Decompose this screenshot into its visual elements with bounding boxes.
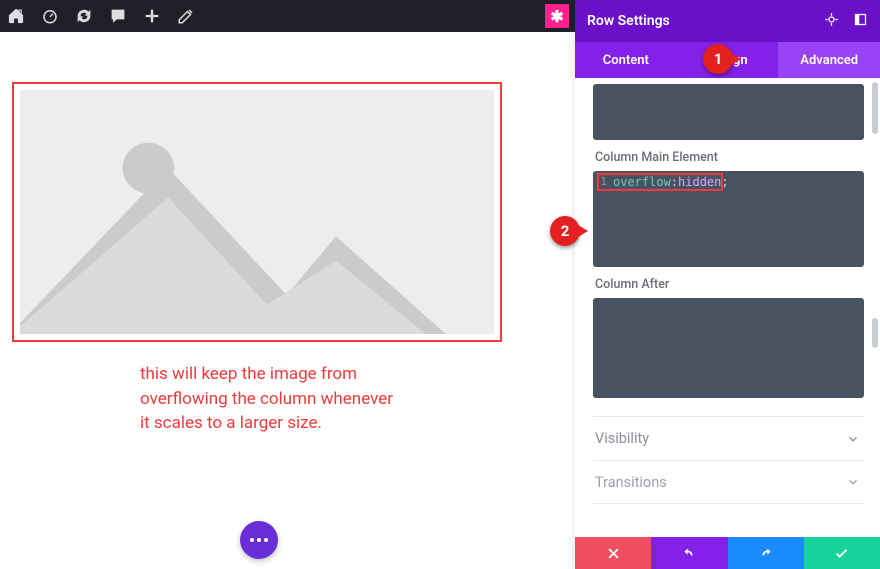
save-button[interactable] xyxy=(804,537,880,569)
brand-badge[interactable]: ✱ xyxy=(545,4,569,28)
discard-button[interactable] xyxy=(575,537,651,569)
chevron-down-icon xyxy=(846,475,860,489)
code-line: overflow:hidden; xyxy=(593,171,864,193)
line-gutter: 1 xyxy=(593,171,609,267)
redo-button[interactable] xyxy=(728,537,804,569)
comment-icon[interactable] xyxy=(108,6,128,26)
css-main-input[interactable]: 1 overflow:hidden; xyxy=(593,171,864,267)
accordion-visibility[interactable]: Visibility xyxy=(593,416,864,460)
accordion-label: Visibility xyxy=(595,430,649,447)
css-before-input[interactable] xyxy=(593,84,864,140)
dots-icon xyxy=(250,538,268,542)
field-label-col-after: Column After xyxy=(595,277,864,292)
panel-actionbar xyxy=(575,537,880,569)
home-icon[interactable] xyxy=(6,6,26,26)
settings-panel: Row Settings Content Design Advanced Col… xyxy=(575,0,880,569)
tab-advanced[interactable]: Advanced xyxy=(778,42,880,78)
annotation-step-2: 2 xyxy=(540,216,580,246)
annotation-step-1: 1 xyxy=(693,44,733,74)
annotation-number: 2 xyxy=(561,222,570,240)
panel-header: Row Settings xyxy=(575,0,880,42)
tab-content[interactable]: Content xyxy=(575,42,677,78)
module-options-fab[interactable] xyxy=(240,521,278,559)
css-after-input[interactable] xyxy=(593,298,864,398)
undo-button[interactable] xyxy=(651,537,727,569)
selected-image-module[interactable] xyxy=(12,82,502,342)
accordion-transitions[interactable]: Transitions xyxy=(593,460,864,504)
panel-title: Row Settings xyxy=(587,13,670,29)
annotation-number: 1 xyxy=(714,50,723,68)
chevron-down-icon xyxy=(846,432,860,446)
target-icon[interactable] xyxy=(824,12,839,31)
admin-topbar: ✱ xyxy=(0,0,575,32)
scrollbar-thumb[interactable] xyxy=(872,82,878,134)
brand-glyph: ✱ xyxy=(550,7,563,26)
collapse-icon[interactable] xyxy=(853,12,868,31)
builder-canvas: this will keep the image from overflowin… xyxy=(0,32,575,569)
pencil-icon[interactable] xyxy=(176,6,196,26)
tab-label: Advanced xyxy=(800,53,858,68)
annotation-caption: this will keep the image from overflowin… xyxy=(140,362,400,436)
panel-scroll-area[interactable]: Column Main Element 1 overflow:hidden; C… xyxy=(575,78,880,537)
field-label-col-main: Column Main Element xyxy=(595,150,864,165)
accordion-label: Transitions xyxy=(595,474,667,491)
gauge-icon[interactable] xyxy=(40,6,60,26)
sync-icon[interactable] xyxy=(74,6,94,26)
plus-icon[interactable] xyxy=(142,6,162,26)
image-placeholder xyxy=(20,90,494,334)
tab-label: Content xyxy=(603,53,649,68)
scrollbar-thumb[interactable] xyxy=(872,318,878,348)
